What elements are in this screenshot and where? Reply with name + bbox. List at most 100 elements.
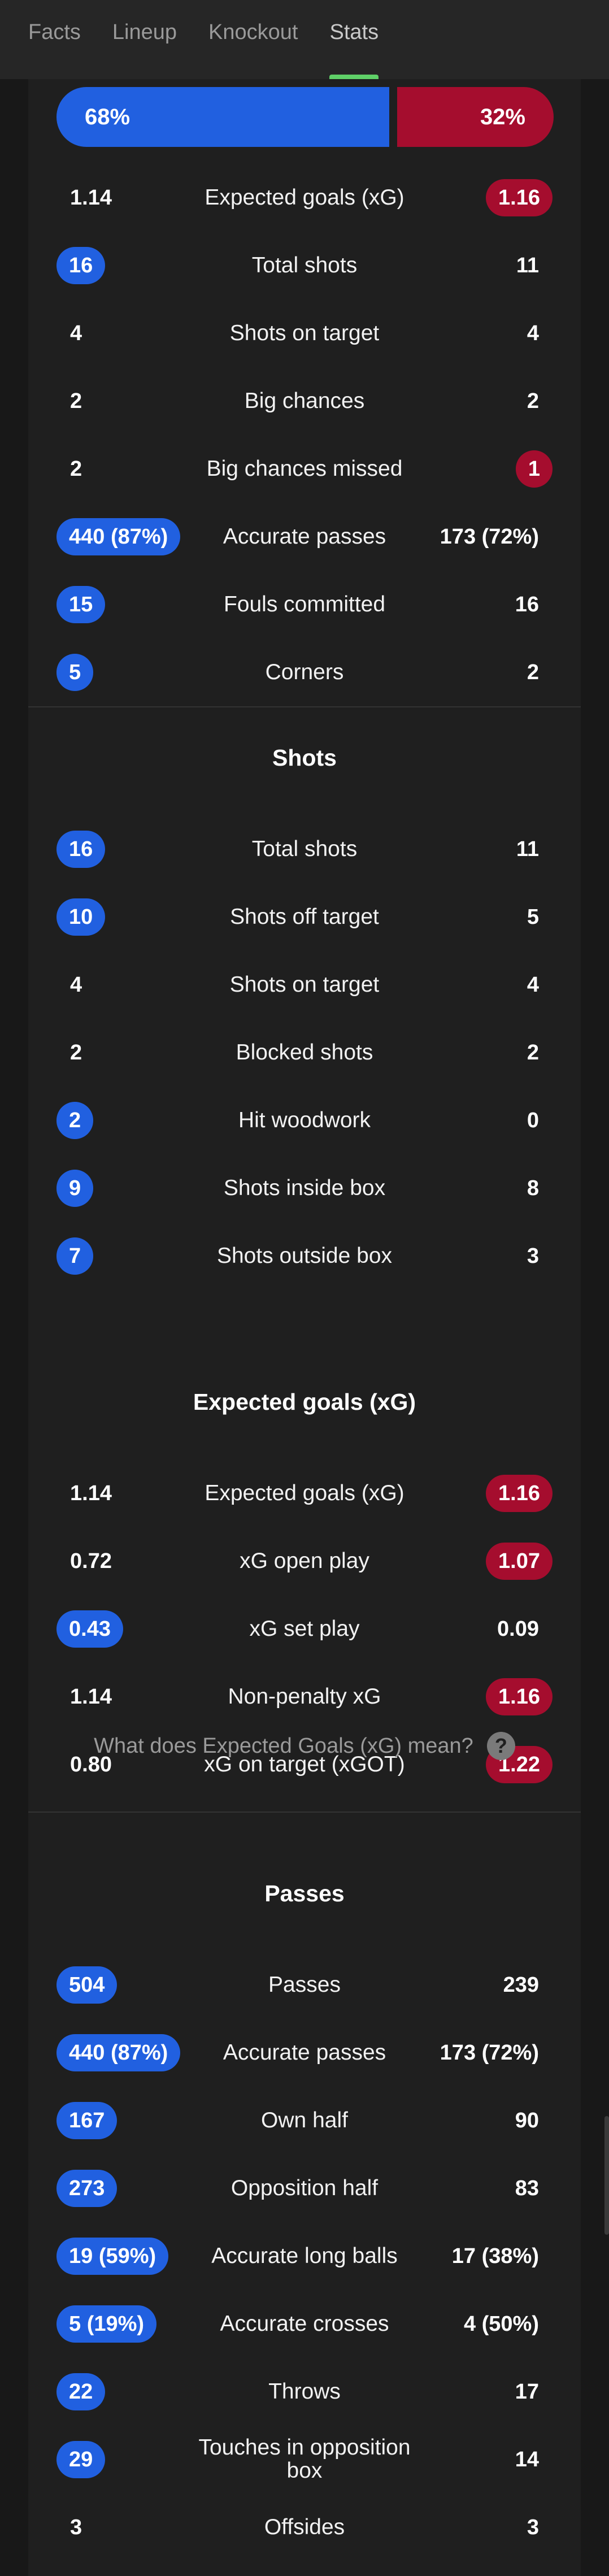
stat-label: Expected goals (xG) bbox=[205, 1480, 404, 1505]
home-value-cell: 0.72 bbox=[56, 1539, 112, 1584]
home-value-cell: 1.14 bbox=[56, 1471, 112, 1516]
away-value-cell: 5 bbox=[527, 894, 553, 940]
stat-label: Throws bbox=[268, 2379, 341, 2404]
stat-label: Expected goals (xG) bbox=[205, 185, 404, 210]
home-value-cell: 4 bbox=[56, 962, 82, 1007]
scrollbar[interactable] bbox=[604, 2116, 609, 2235]
away-value-cell: 17 bbox=[515, 2369, 553, 2414]
possession-bar: 68% 32% bbox=[56, 87, 554, 147]
stat-label: Opposition half bbox=[230, 2175, 379, 2200]
stat-label: Shots off target bbox=[230, 904, 379, 929]
stat-row-shots-outside-box: 7 Shots outside box 3 bbox=[28, 1233, 581, 1279]
section-title-shots: Shots bbox=[272, 745, 337, 771]
stat-label: Accurate passes bbox=[223, 2040, 386, 2065]
stat-label: Big chances bbox=[244, 388, 365, 413]
home-value-cell: 2 bbox=[56, 379, 82, 424]
home-value: 273 bbox=[56, 2170, 118, 2207]
question-icon[interactable]: ? bbox=[486, 1732, 515, 1760]
stat-row-non-penalty-xg: 1.14 Non-penalty xG 1.16 bbox=[28, 1674, 581, 1719]
away-value-cell: 3 bbox=[527, 1233, 553, 1279]
away-value: 1.16 bbox=[486, 1475, 553, 1512]
away-value-cell: 2 bbox=[527, 379, 553, 424]
stat-row-shots-on-target: 4 Shots on target 4 bbox=[28, 962, 581, 1007]
away-value: 14 bbox=[515, 2447, 539, 2471]
xg-help-link[interactable]: What does Expected Goals (xG) mean? ? bbox=[28, 1729, 581, 1763]
away-value-cell: 11 bbox=[516, 827, 553, 872]
away-value-cell: 4 bbox=[527, 962, 553, 1007]
away-value-cell: 14 bbox=[515, 2437, 553, 2482]
home-value-cell: 15 bbox=[56, 582, 106, 627]
away-value-cell: 90 bbox=[515, 2098, 553, 2143]
stat-row-xg-open-play: 0.72 xG open play 1.07 bbox=[28, 1539, 581, 1584]
tab-stats[interactable]: Stats bbox=[329, 0, 379, 79]
section-title-passes: Passes bbox=[264, 1880, 345, 1906]
home-value-cell: 273 bbox=[56, 2166, 118, 2211]
away-value: 2 bbox=[527, 389, 539, 413]
stat-label: xG set play bbox=[249, 1616, 360, 1641]
away-value: 8 bbox=[527, 1176, 539, 1200]
stat-row-xg-set-play: 0.43 xG set play 0.09 bbox=[28, 1606, 581, 1652]
home-value: 2 bbox=[70, 1040, 82, 1065]
home-value-cell: 9 bbox=[56, 1166, 94, 1211]
stat-row-big-chances-missed: 2 Big chances missed 1 bbox=[28, 446, 581, 492]
tab-knockout[interactable]: Knockout bbox=[208, 0, 298, 79]
home-value: 29 bbox=[56, 2441, 106, 2478]
away-value-cell: 1.16 bbox=[486, 1471, 553, 1516]
stat-label: xG open play bbox=[240, 1548, 369, 1573]
away-value-cell: 17 (38%) bbox=[452, 2234, 553, 2279]
tab-facts[interactable]: Facts bbox=[28, 0, 81, 79]
home-value: 9 bbox=[56, 1170, 94, 1207]
home-value: 5 (19%) bbox=[56, 2305, 157, 2343]
away-value: 1.16 bbox=[486, 1678, 553, 1715]
home-value: 2 bbox=[70, 457, 82, 481]
home-value: 7 bbox=[56, 1237, 94, 1275]
stat-row-hit-woodwork: 2 Hit woodwork 0 bbox=[28, 1098, 581, 1143]
away-value: 239 bbox=[503, 1973, 539, 1997]
stat-row-own-half: 167 Own half 90 bbox=[28, 2098, 581, 2143]
away-value-cell: 0.09 bbox=[497, 1606, 553, 1652]
home-value: 19 (59%) bbox=[56, 2238, 169, 2275]
stat-row-expected-goals-xg: 1.14 Expected goals (xG) 1.16 bbox=[28, 1471, 581, 1516]
away-value: 1.16 bbox=[486, 179, 553, 216]
stat-label: Touches in opposition box bbox=[198, 2435, 411, 2483]
stat-label: Shots on target bbox=[229, 972, 380, 997]
away-value-cell: 4 bbox=[527, 311, 553, 356]
away-value: 5 bbox=[527, 905, 539, 929]
away-value-cell: 173 (72%) bbox=[440, 2030, 553, 2075]
stat-row-touches-in-opposition-box: 29 Touches in opposition box 14 bbox=[28, 2435, 581, 2483]
possession-away: 32% bbox=[397, 87, 554, 147]
section-divider bbox=[28, 1812, 581, 1813]
stat-label: Big chances missed bbox=[206, 456, 403, 481]
away-value-cell: 16 bbox=[515, 582, 553, 627]
away-value-cell: 8 bbox=[527, 1166, 553, 1211]
stats-card: 68% 32% 1.14 Expected goals (xG) 1.16 16 Tot… bbox=[28, 79, 581, 2576]
stat-label: Fouls committed bbox=[223, 592, 386, 616]
stat-row-shots-off-target: 10 Shots off target 5 bbox=[28, 894, 581, 940]
stat-label: Hit woodwork bbox=[238, 1107, 371, 1132]
stat-label: Corners bbox=[265, 659, 344, 684]
stat-label: Passes bbox=[268, 1972, 341, 1997]
away-value: 173 (72%) bbox=[440, 2040, 539, 2065]
away-value: 11 bbox=[516, 253, 539, 277]
home-value-cell: 10 bbox=[56, 894, 106, 940]
stat-label: Non-penalty xG bbox=[228, 1684, 381, 1709]
possession-home: 68% bbox=[56, 87, 389, 147]
home-value-cell: 1.14 bbox=[56, 175, 112, 220]
home-value: 0.72 bbox=[70, 1549, 112, 1573]
away-value: 2 bbox=[527, 660, 539, 684]
away-value: 17 (38%) bbox=[451, 2244, 539, 2268]
home-value: 1.14 bbox=[70, 185, 112, 210]
stat-label: Shots outside box bbox=[216, 1243, 393, 1268]
stat-row-offsides: 3 Offsides 3 bbox=[28, 2505, 581, 2550]
away-value-cell: 173 (72%) bbox=[440, 514, 553, 559]
home-value: 16 bbox=[56, 247, 106, 284]
home-value-cell: 440 (87%) bbox=[56, 514, 181, 559]
away-value-cell: 11 bbox=[516, 243, 553, 288]
xg-help-text: What does Expected Goals (xG) mean? bbox=[94, 1734, 473, 1758]
home-value-cell: 1.14 bbox=[56, 1674, 112, 1719]
stat-row-passes: 504 Passes 239 bbox=[28, 1962, 581, 2008]
tab-lineup[interactable]: Lineup bbox=[112, 0, 177, 79]
stat-label: Total shots bbox=[251, 836, 358, 861]
away-value: 11 bbox=[516, 837, 539, 861]
away-value: 0 bbox=[527, 1108, 539, 1132]
